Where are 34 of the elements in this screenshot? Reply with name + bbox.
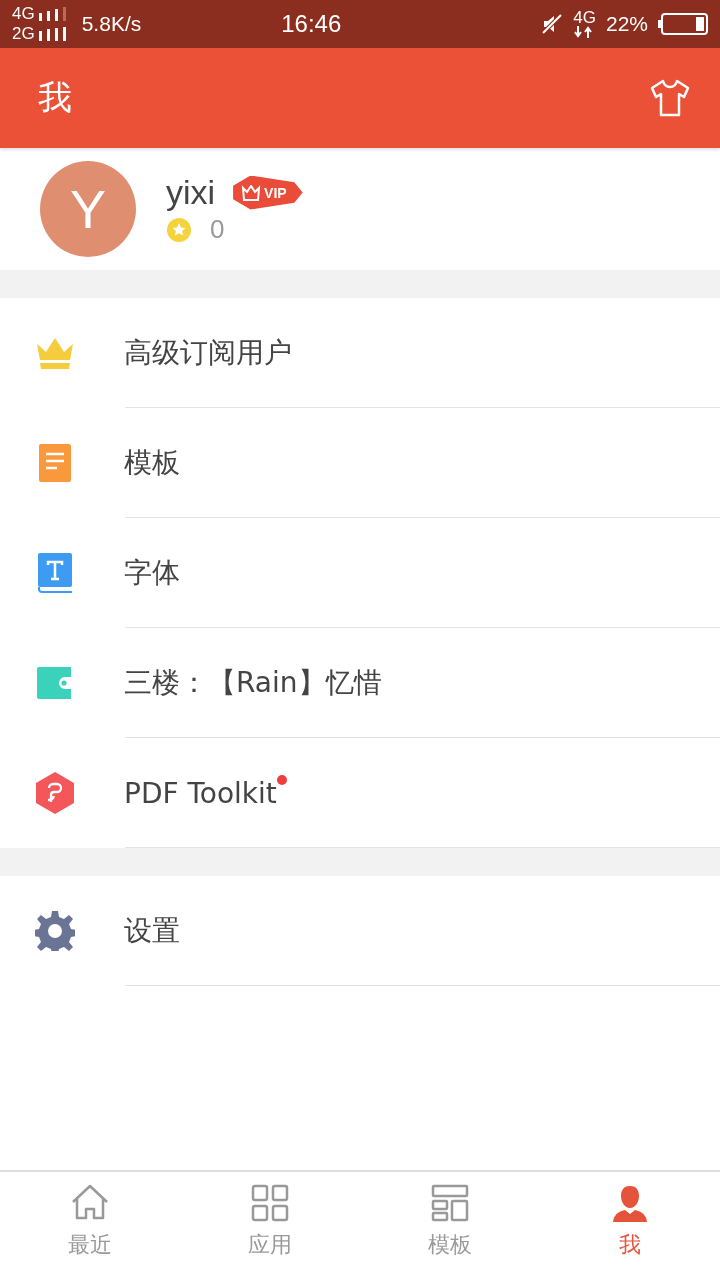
user-name: yixi — [166, 173, 216, 212]
grid-icon — [250, 1184, 290, 1224]
menu-item[interactable]: 高级订阅用户 — [0, 298, 720, 408]
avatar: Y — [40, 161, 136, 257]
menu-item[interactable]: 字体 — [0, 518, 720, 628]
crown-icon — [36, 337, 74, 369]
signal-icon — [37, 27, 68, 41]
settings-icon — [35, 911, 75, 951]
network-type: 4G — [12, 4, 35, 24]
font-book-icon — [38, 553, 72, 593]
points-count: 0 — [210, 214, 225, 245]
pdf-icon — [36, 772, 74, 814]
signal-icon — [37, 7, 68, 21]
network-type: 2G — [12, 24, 35, 44]
shirt-icon[interactable] — [650, 79, 690, 117]
layout-icon — [430, 1184, 470, 1224]
wallet-icon — [37, 667, 73, 699]
menu-item[interactable]: PDF Toolkit — [0, 738, 720, 848]
mute-icon — [541, 13, 564, 35]
tab[interactable]: 我 — [540, 1172, 720, 1280]
data-type: 4G — [573, 10, 596, 26]
battery-level: 22% — [605, 12, 648, 36]
coin-icon — [166, 216, 192, 243]
data-arrows-icon — [573, 26, 594, 38]
person-icon — [610, 1184, 650, 1224]
menu-item[interactable]: 三楼：【Rain】忆惜 — [0, 628, 720, 738]
battery-icon — [658, 13, 708, 35]
page-title: 我 — [38, 76, 72, 119]
clock: 16:46 — [280, 10, 343, 38]
menu-item[interactable]: 设置 — [0, 876, 720, 986]
document-icon — [39, 444, 71, 482]
network-speed: 5.8K/s — [81, 12, 142, 36]
menu-item[interactable]: 模板 — [0, 408, 720, 518]
vip-badge: VIP — [233, 175, 303, 210]
